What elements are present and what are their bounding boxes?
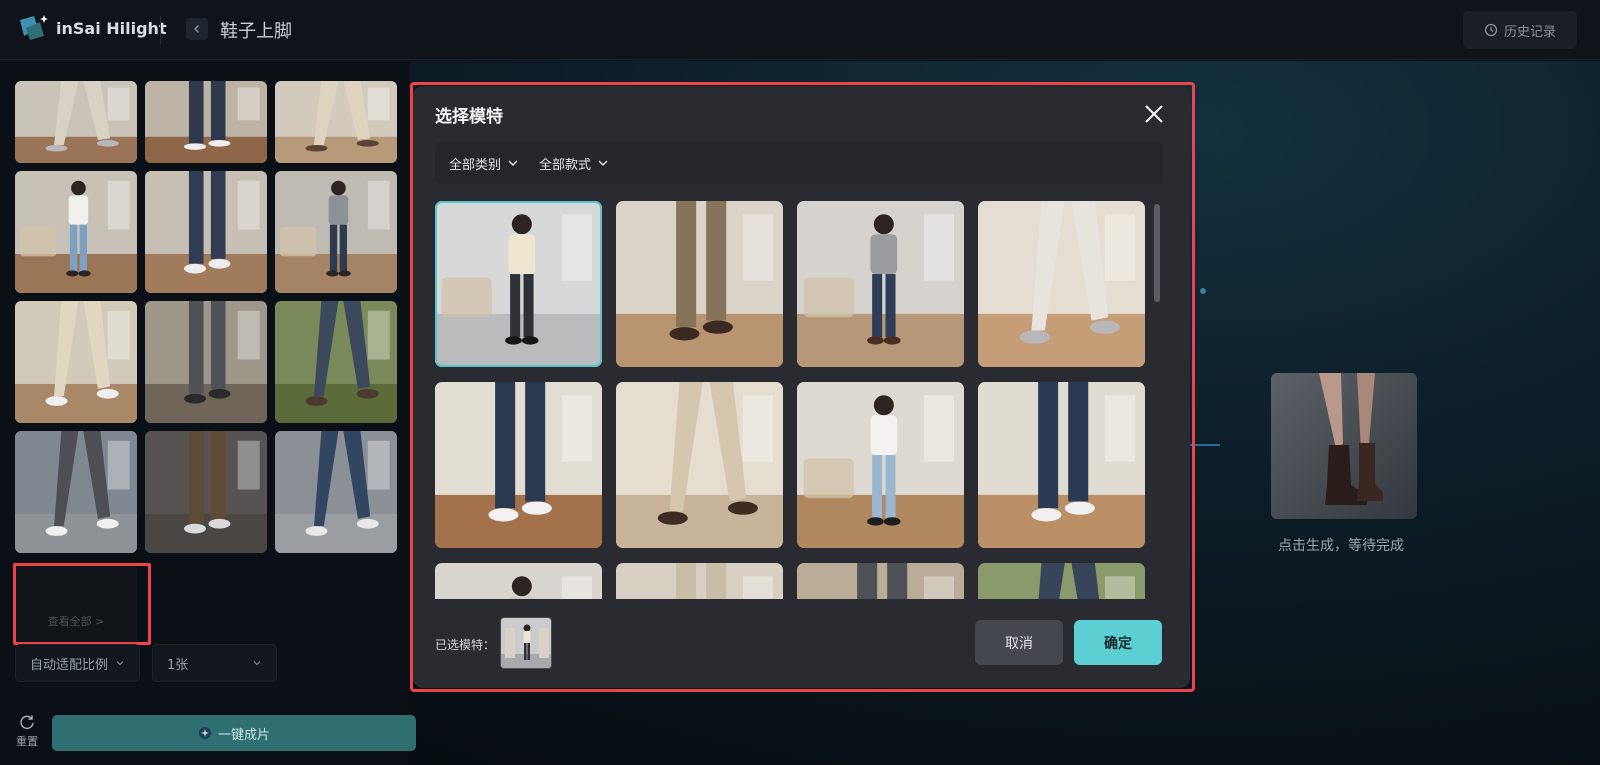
highlight-box: [410, 82, 1195, 692]
back-button[interactable]: [186, 18, 208, 40]
model-thumbnail[interactable]: [15, 431, 137, 553]
refresh-icon: [20, 715, 34, 729]
generate-label: 一键成片: [217, 727, 270, 743]
result-preview: [1271, 373, 1417, 519]
reset-label: 重置: [16, 735, 38, 748]
history-icon: [1484, 23, 1498, 37]
count-select[interactable]: 1张: [152, 644, 277, 682]
model-thumbnail[interactable]: [275, 171, 397, 293]
model-thumbnail[interactable]: [145, 301, 267, 423]
brand-name: inSai Hilight: [56, 18, 167, 38]
app-logo[interactable]: inSai Hilight: [18, 14, 167, 42]
count-select-value: 1张: [167, 657, 189, 673]
divider: [160, 16, 161, 44]
history-button[interactable]: 历史记录: [1463, 11, 1577, 49]
model-thumbnail[interactable]: [15, 301, 137, 423]
model-thumbnail[interactable]: [145, 431, 267, 553]
model-thumbnail[interactable]: [275, 81, 397, 163]
top-bar: inSai Hilight 鞋子上脚 历史记录: [0, 0, 1600, 60]
model-thumbnail[interactable]: [15, 81, 137, 163]
chevron-down-icon: [253, 661, 261, 666]
result-hint: 点击生成，等待完成: [1278, 538, 1404, 554]
highlight-box: [13, 563, 151, 645]
model-thumbnail[interactable]: [15, 171, 137, 293]
history-label: 历史记录: [1503, 24, 1556, 40]
connector-node: [1200, 288, 1206, 294]
sparkle-icon: [198, 727, 211, 739]
chevron-down-icon: [116, 661, 124, 666]
page-title: 鞋子上脚: [220, 21, 292, 42]
ratio-select[interactable]: 自动适配比例: [15, 644, 140, 682]
ratio-select-value: 自动适配比例: [30, 657, 109, 673]
model-thumbnail[interactable]: [145, 171, 267, 293]
model-thumbnail[interactable]: [275, 431, 397, 553]
chevron-left-icon: [194, 25, 199, 33]
model-thumbnail[interactable]: [145, 81, 267, 163]
generate-button[interactable]: 一键成片: [52, 715, 416, 751]
model-thumbnail[interactable]: [275, 301, 397, 423]
reset-button[interactable]: 重置: [13, 713, 41, 749]
logo-icon: [18, 14, 50, 42]
